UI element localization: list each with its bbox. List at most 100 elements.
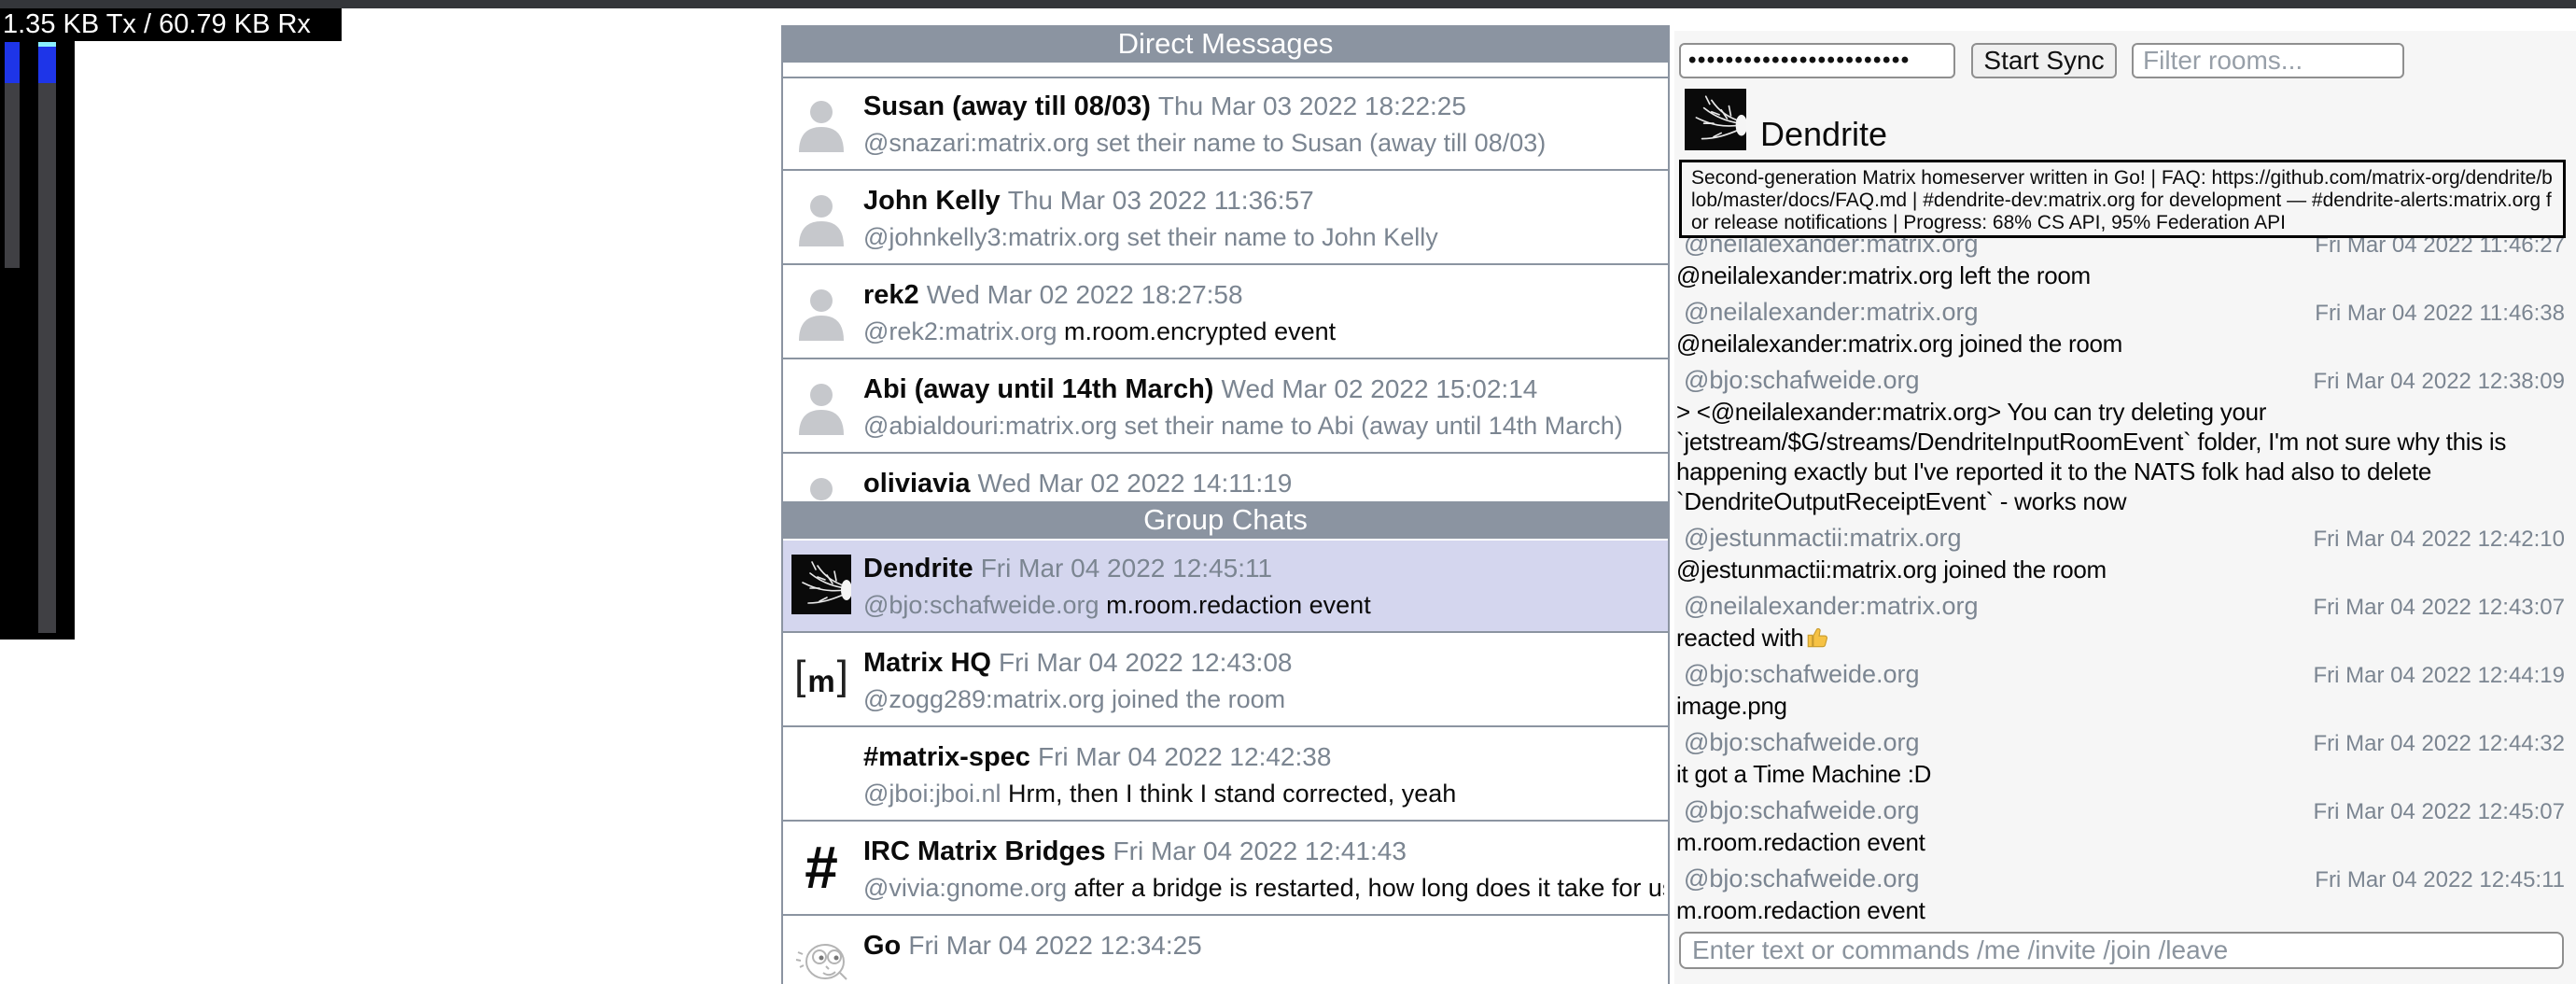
message-timestamp: Fri Mar 04 2022 11:46:38: [2315, 299, 2576, 329]
message-body: it got a Time Machine :D: [1674, 759, 2576, 789]
room-last-sender: @jboi:jboi.nl: [863, 780, 1001, 808]
room-row-abi-away-until-14th-march-[interactable]: Abi (away until 14th March) Wed Mar 02 2…: [783, 361, 1668, 454]
room-row-matrix-hq[interactable]: [m]Matrix HQ Fri Mar 04 2022 12:43:08@zo…: [783, 635, 1668, 727]
dendrite-pattern-icon: [1685, 89, 1746, 150]
message-sender: @bjo:schafweide.org: [1674, 659, 1920, 689]
message-timestamp: Fri Mar 04 2022 12:45:07: [2314, 797, 2576, 827]
room-last-activity-time: Fri Mar 04 2022 12:34:25: [908, 931, 1201, 960]
room-row--matrix-spec[interactable]: #matrix-spec Fri Mar 04 2022 12:42:38 @jb…: [783, 729, 1668, 822]
timeline-message: @neilalexander:matrix.org Fri Mar 04 2022…: [1674, 591, 2576, 653]
timeline-message: @bjo:schafweide.org Fri Mar 04 2022 12:38…: [1674, 365, 2576, 516]
room-row-texts: Matrix HQ Fri Mar 04 2022 12:43:08@zogg2…: [863, 646, 1664, 715]
matrix-client-window: 1.35 KB Tx / 60.79 KB Rx Direct Messages…: [0, 0, 2576, 984]
person-silhouette-icon: [791, 281, 851, 341]
room-last-sender: @johnkelly3:matrix.org: [863, 223, 1120, 251]
room-row-john-kelly[interactable]: John Kelly Thu Mar 03 2022 11:36:57 @john…: [783, 173, 1668, 265]
message-timestamp: Fri Mar 04 2022 12:43:07: [2314, 593, 2576, 623]
room-last-message: set their name to John Kelly: [1127, 223, 1438, 251]
room-row-dendrite[interactable]: Dendrite Fri Mar 04 2022 12:45:11 @bjo:sc…: [783, 541, 1668, 633]
message-sender: @neilalexander:matrix.org: [1674, 591, 1979, 621]
room-row-rek2[interactable]: rek2 Wed Mar 02 2022 18:27:58@rek2:matri…: [783, 267, 1668, 359]
room-row-texts: Abi (away until 14th March) Wed Mar 02 2…: [863, 373, 1664, 442]
window-top-strip: [0, 0, 2576, 8]
message-body: @jestunmactii:matrix.org joined the room: [1674, 555, 2576, 584]
room-row-texts: oliviavia Wed Mar 02 2022 14:11:19: [863, 467, 1664, 503]
room-view-panel: Start Sync Dendrite Second-generation Ma…: [1674, 31, 2576, 984]
room-row-oliviavia[interactable]: oliviavia Wed Mar 02 2022 14:11:19: [783, 456, 1668, 503]
room-row-texts: Dendrite Fri Mar 04 2022 12:45:11 @bjo:sc…: [863, 552, 1664, 621]
room-name: Go: [863, 931, 901, 961]
message-timestamp: Fri Mar 04 2022 12:44:19: [2314, 661, 2576, 691]
message-body: @neilalexander:matrix.org left the room: [1674, 260, 2576, 290]
room-last-message: set their name to Abi (away until 14th M…: [1125, 412, 1623, 440]
traffic-bar-tx-gray: [5, 83, 20, 268]
dendrite-avatar-icon: [791, 555, 851, 614]
person-silhouette-icon: [791, 375, 851, 435]
room-row-go[interactable]: Go Fri Mar 04 2022 12:34:25: [783, 918, 1668, 984]
room-name: #matrix-spec: [863, 742, 1030, 772]
room-row-texts: Susan (away till 08/03) Thu Mar 03 2022 …: [863, 90, 1664, 159]
room-list: Susan (away till 08/03) Thu Mar 03 2022 …: [781, 63, 1670, 984]
room-last-activity-time: Wed Mar 02 2022 18:27:58: [927, 280, 1243, 309]
start-sync-button[interactable]: Start Sync: [1971, 43, 2117, 78]
message-body: @neilalexander:matrix.org joined the roo…: [1674, 329, 2576, 358]
room-name: Abi (away until 14th March): [863, 374, 1213, 404]
message-body: image.png: [1674, 691, 2576, 721]
room-row-irc-matrix-bridges[interactable]: #IRC Matrix Bridges Fri Mar 04 2022 12:4…: [783, 823, 1668, 916]
timeline-message: @jestunmactii:matrix.orgFri Mar 04 2022 …: [1674, 523, 2576, 584]
message-body: m.room.redaction event: [1674, 827, 2576, 857]
message-timestamp: Fri Mar 04 2022 12:42:10: [2314, 525, 2576, 555]
timeline-message: @neilalexander:matrix.orgFri Mar 04 2022…: [1674, 297, 2576, 358]
room-topic: Second-generation Matrix homeserver writ…: [1679, 160, 2566, 238]
room-name: oliviavia: [863, 469, 970, 499]
room-last-activity-time: Thu Mar 03 2022 18:22:25: [1158, 91, 1466, 120]
message-timeline: @neilalexander:matrix.org Fri Mar 04 2022…: [1674, 229, 2576, 927]
room-last-sender: @vivia:gnome.org: [863, 874, 1067, 902]
room-last-sender: @bjo:schafweide.org: [863, 591, 1099, 619]
room-name: John Kelly: [863, 186, 1001, 216]
traffic-bar-rx-blue: [38, 47, 56, 83]
message-body: m.room.redaction event: [1674, 895, 2576, 925]
room-last-activity-time: Thu Mar 03 2022 11:36:57: [1008, 186, 1314, 215]
room-last-message: m.room.encrypted event: [1064, 317, 1336, 345]
room-last-activity-time: Fri Mar 04 2022 12:41:43: [1113, 836, 1407, 865]
room-avatar-dendrite-icon: [1685, 89, 1746, 150]
traffic-bar-rx-gray: [38, 83, 56, 633]
traffic-graph: [0, 41, 75, 640]
room-name: Susan (away till 08/03): [863, 91, 1151, 121]
room-row-texts: rek2 Wed Mar 02 2022 18:27:58@rek2:matri…: [863, 278, 1664, 347]
room-last-message: m.room.redaction event: [1106, 591, 1371, 619]
filter-rooms-input[interactable]: [2132, 43, 2404, 78]
room-last-message: after a bridge is restarted, how long do…: [1074, 874, 1664, 902]
direct-messages-header: Direct Messages: [781, 25, 1670, 63]
group-chats-header: Group Chats: [781, 501, 1670, 539]
message-timestamp: Fri Mar 04 2022 12:38:09: [2314, 367, 2576, 397]
room-last-activity-time: Fri Mar 04 2022 12:43:08: [999, 648, 1292, 677]
password-input[interactable]: [1679, 43, 1955, 78]
room-last-activity-time: Wed Mar 02 2022 15:02:14: [1222, 374, 1538, 403]
message-sender: @bjo:schafweide.org: [1674, 727, 1920, 757]
message-sender: @bjo:schafweide.org: [1674, 864, 1920, 893]
message-body: > <@neilalexander:matrix.org> You can tr…: [1674, 397, 2576, 516]
room-name: Dendrite: [863, 554, 973, 583]
message-composer-input[interactable]: [1679, 932, 2564, 969]
message-timestamp: Fri Mar 04 2022 12:45:11: [2315, 865, 2576, 895]
room-list-scroll-gap: [783, 63, 1668, 78]
room-last-sender: @snazari:matrix.org: [863, 129, 1089, 157]
room-last-activity-time: Fri Mar 04 2022 12:42:38: [1038, 742, 1331, 771]
photo-avatar-icon: [791, 743, 851, 803]
room-row-susan-away-till-08-03-[interactable]: Susan (away till 08/03) Thu Mar 03 2022 …: [783, 78, 1668, 171]
traffic-bar-tx-blue: [5, 42, 20, 83]
room-last-sender: @rek2:matrix.org: [863, 317, 1057, 345]
message-sender: @bjo:schafweide.org: [1674, 365, 1920, 395]
timeline-message: @bjo:schafweide.org Fri Mar 04 2022 12:45…: [1674, 864, 2576, 925]
person-silhouette-icon: [791, 470, 851, 503]
thumbs-up-icon: [1806, 625, 1831, 650]
room-last-message: joined the room: [1112, 685, 1285, 713]
room-last-message: Hrm, then I think I stand corrected, yea…: [1008, 780, 1456, 808]
person-silhouette-icon: [791, 187, 851, 246]
room-last-activity-time: Fri Mar 04 2022 12:45:11: [981, 554, 1272, 583]
network-traffic-stats: 1.35 KB Tx / 60.79 KB Rx: [0, 8, 342, 41]
matrix-logo-icon: [m]: [791, 649, 851, 709]
room-last-activity-time: Wed Mar 02 2022 14:11:19: [978, 469, 1293, 498]
